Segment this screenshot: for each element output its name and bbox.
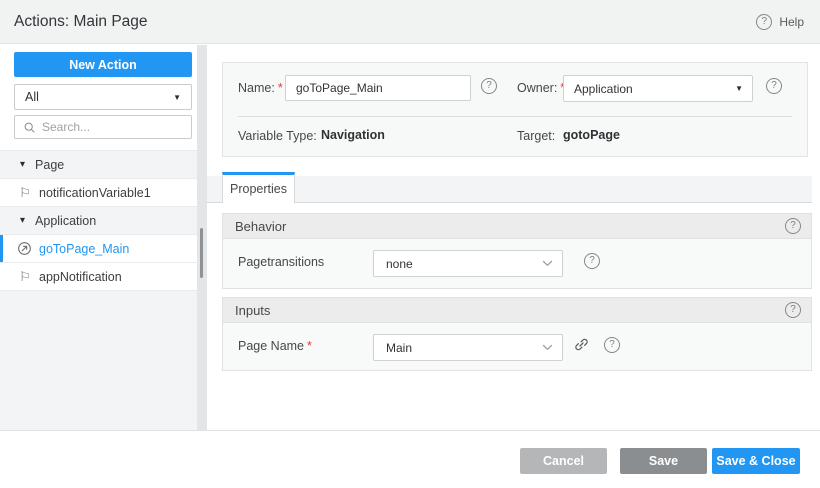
- goto-page-icon: [17, 241, 33, 256]
- sidebar: New Action All ▼ ▾ Page ⚐ notificationVa…: [0, 45, 197, 430]
- owner-help-icon[interactable]: ?: [766, 78, 782, 94]
- pagetransitions-label: Pagetransitions: [238, 255, 325, 269]
- selected-indicator: [0, 235, 3, 262]
- actions-tree: ▾ Page ⚐ notificationVariable1 ▾ Applica…: [0, 150, 197, 291]
- target-label: Target:: [517, 129, 556, 143]
- name-input[interactable]: [285, 75, 471, 101]
- tree-item-label: notificationVariable1: [39, 185, 151, 200]
- tree-group-label: Application: [35, 213, 97, 228]
- save-and-close-button[interactable]: Save & Close: [712, 448, 800, 474]
- main-content: Name:* ? Owner:* Application ▼ ? Variabl…: [207, 45, 820, 430]
- target-value: gotoPage: [563, 128, 620, 142]
- tab-properties[interactable]: Properties: [222, 172, 295, 203]
- search-icon: [23, 121, 36, 134]
- pagetransitions-dropdown-value: none: [386, 256, 413, 271]
- inputs-section-header: Inputs ?: [223, 298, 811, 323]
- tree-group-label: Page: [35, 157, 65, 172]
- variable-type-label: Variable Type:: [238, 129, 317, 143]
- required-mark: *: [277, 81, 283, 95]
- owner-select-value: Application: [574, 81, 633, 96]
- help-button[interactable]: ? Help: [756, 13, 804, 30]
- tree-item-notificationvariable1[interactable]: ⚐ notificationVariable1: [0, 179, 197, 207]
- search-box: [14, 115, 192, 139]
- select-arrow-icon: ▼: [173, 92, 181, 102]
- footer-bar: Cancel Save Save & Close: [0, 430, 820, 488]
- pagetransitions-dropdown[interactable]: none: [373, 250, 563, 277]
- panel-divider: [238, 116, 792, 117]
- page-name-help-icon[interactable]: ?: [604, 337, 620, 353]
- variable-flag-icon: ⚐: [19, 185, 31, 200]
- behavior-help-icon[interactable]: ?: [785, 218, 801, 234]
- sidebar-scrollbar-track: [197, 45, 207, 430]
- inputs-section: Inputs ? Page Name * Main ?: [222, 297, 812, 371]
- page-name-label: Page Name *: [238, 339, 312, 353]
- page-name-dropdown-value: Main: [386, 340, 413, 355]
- filter-select[interactable]: All ▼: [14, 84, 192, 110]
- action-summary-panel: Name:* ? Owner:* Application ▼ ? Variabl…: [222, 62, 808, 157]
- owner-label: Owner:*: [517, 81, 565, 95]
- caret-down-icon[interactable]: ▾: [20, 215, 25, 226]
- behavior-section: Behavior ? Pagetransitions none ?: [222, 213, 812, 289]
- filter-select-value: All: [25, 90, 39, 104]
- page-title: Actions: Main Page: [14, 12, 148, 30]
- chevron-down-icon: [542, 260, 553, 267]
- tree-item-label: goToPage_Main: [39, 241, 130, 256]
- help-label: Help: [779, 14, 804, 29]
- variable-flag-icon: ⚐: [19, 269, 31, 284]
- new-action-button[interactable]: New Action: [14, 52, 192, 77]
- help-icon: ?: [756, 13, 773, 30]
- variable-type-value: Navigation: [321, 128, 385, 142]
- name-help-icon[interactable]: ?: [481, 78, 497, 94]
- tree-item-appnotification[interactable]: ⚐ appNotification: [0, 263, 197, 291]
- tree-item-gotopage-main[interactable]: goToPage_Main: [0, 235, 197, 263]
- chevron-down-icon: [542, 344, 553, 351]
- behavior-section-header: Behavior ?: [223, 214, 811, 239]
- behavior-section-title: Behavior: [235, 218, 287, 234]
- page-name-dropdown[interactable]: Main: [373, 334, 563, 361]
- header: Actions: Main Page ? Help: [0, 0, 820, 44]
- search-input[interactable]: [42, 120, 183, 134]
- pagetransitions-help-icon[interactable]: ?: [584, 253, 600, 269]
- cancel-button[interactable]: Cancel: [520, 448, 607, 474]
- caret-down-icon[interactable]: ▾: [20, 159, 25, 170]
- inputs-help-icon[interactable]: ?: [785, 302, 801, 318]
- tree-group-page[interactable]: ▾ Page: [0, 151, 197, 179]
- tab-strip: [207, 176, 812, 203]
- name-label: Name: *: [238, 81, 283, 95]
- tree-group-application[interactable]: ▾ Application: [0, 207, 197, 235]
- inputs-section-body: Page Name * Main ?: [223, 323, 811, 395]
- bind-link-icon[interactable]: [573, 336, 590, 353]
- save-button[interactable]: Save: [620, 448, 707, 474]
- owner-select[interactable]: Application ▼: [563, 75, 753, 102]
- inputs-section-title: Inputs: [235, 302, 271, 318]
- select-arrow-icon: ▼: [735, 84, 743, 93]
- required-mark: *: [307, 339, 312, 353]
- tree-item-label: appNotification: [39, 269, 122, 284]
- sidebar-scrollbar-thumb[interactable]: [200, 228, 203, 278]
